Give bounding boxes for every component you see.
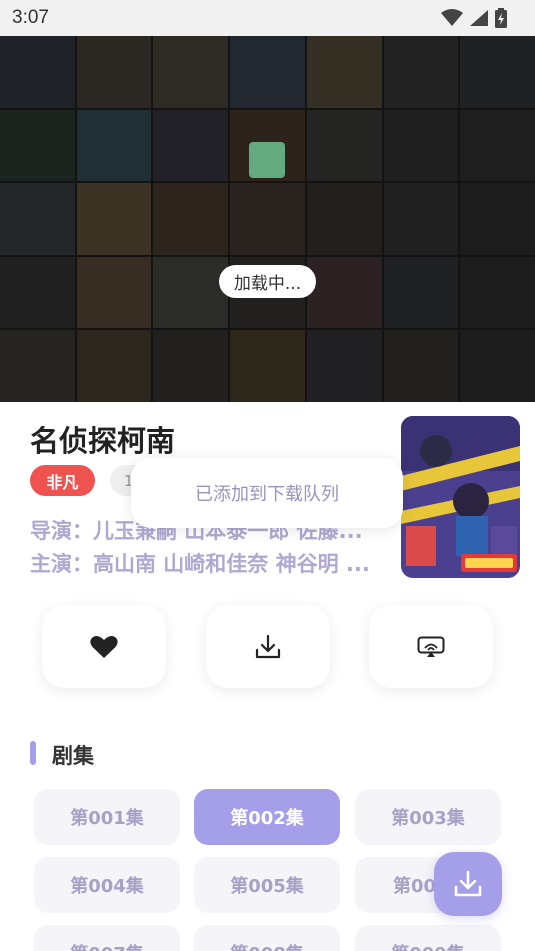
battery-icon bbox=[495, 8, 507, 28]
status-time: 3:07 bbox=[12, 7, 49, 28]
episode-button[interactable]: 第001集 bbox=[34, 789, 180, 845]
episode-button[interactable]: 第005集 bbox=[194, 857, 340, 913]
episode-button[interactable]: 第003集 bbox=[355, 789, 501, 845]
episode-button[interactable]: 第008集 bbox=[194, 925, 340, 951]
loading-spinner bbox=[249, 142, 285, 178]
screen: 3:07 加载中... 名侦探柯南 非凡 1 导演：儿玉兼嗣 山本泰一郎 佐藤.… bbox=[0, 0, 535, 951]
download-icon bbox=[454, 870, 482, 897]
section-accent-bar bbox=[30, 741, 36, 765]
download-icon bbox=[255, 634, 281, 658]
status-bar: 3:07 bbox=[0, 0, 535, 36]
wifi-icon bbox=[441, 9, 463, 26]
loading-indicator: 加载中... bbox=[219, 265, 316, 298]
source-tag[interactable]: 非凡 bbox=[30, 465, 95, 496]
toast-message: 已添加到下载队列 bbox=[131, 458, 403, 528]
banner-overlay bbox=[0, 36, 535, 402]
episode-button-active[interactable]: 第002集 bbox=[194, 789, 340, 845]
download-button[interactable] bbox=[206, 605, 330, 688]
cast-icon bbox=[417, 636, 445, 657]
episode-button[interactable]: 第007集 bbox=[34, 925, 180, 951]
favorite-button[interactable] bbox=[42, 605, 166, 688]
cast-line: 主演：高山南 山崎和佳奈 神谷明 ... bbox=[30, 552, 370, 576]
episode-button[interactable]: 第009集 bbox=[355, 925, 501, 951]
status-icons bbox=[441, 8, 507, 28]
heart-icon bbox=[90, 635, 118, 658]
floating-download-button[interactable] bbox=[434, 852, 502, 916]
cast-button[interactable] bbox=[369, 605, 493, 688]
show-title: 名侦探柯南 bbox=[30, 424, 176, 458]
signal-icon bbox=[470, 10, 488, 26]
episode-button[interactable]: 第004集 bbox=[34, 857, 180, 913]
episodes-section-title: 剧集 bbox=[52, 744, 94, 768]
banner: 加载中... bbox=[0, 36, 535, 402]
poster-image bbox=[401, 416, 520, 578]
